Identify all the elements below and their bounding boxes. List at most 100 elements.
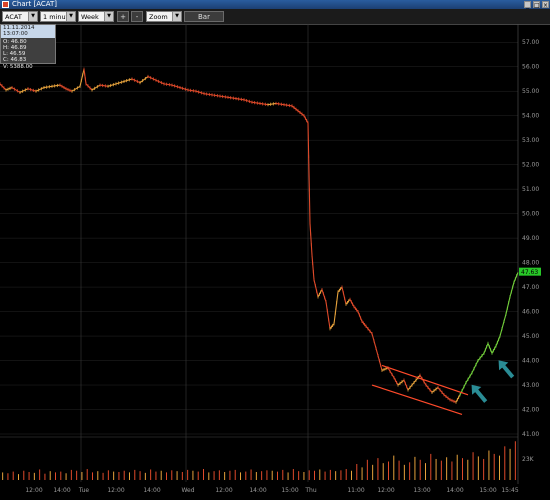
session-separators	[80, 24, 309, 482]
time-tick: Tue	[78, 487, 90, 494]
time-tick: 14:00	[53, 487, 70, 494]
symbol-select[interactable]: ACAT ▼	[2, 11, 38, 22]
price-segment	[195, 90, 205, 95]
mode-value: Zoom	[149, 13, 168, 21]
price-segment	[83, 69, 87, 84]
price-segment	[203, 93, 213, 96]
range-select[interactable]: Week ▼	[78, 11, 114, 22]
price-chart[interactable]: 57.00 56.00 55.00 54.00 53.00 52.00 51.00 50.00…	[0, 24, 550, 500]
maximize-button[interactable]: □	[533, 1, 540, 9]
chevron-down-icon[interactable]: ▼	[28, 12, 37, 21]
price-tick: 44.00	[522, 358, 539, 365]
price-segment	[431, 387, 439, 393]
price-segment	[85, 83, 93, 91]
ohlc-volume: V: 5388.00	[3, 63, 33, 70]
price-segment	[341, 286, 347, 305]
price-tick: 49.00	[522, 235, 539, 242]
price-segment	[333, 291, 339, 324]
price-segment	[35, 87, 45, 92]
time-tick: Thu	[304, 487, 316, 494]
price-segment	[455, 394, 461, 403]
price-segment	[499, 313, 507, 337]
zoom-out-button[interactable]: -	[131, 11, 143, 22]
time-tick: 12:00	[25, 487, 42, 494]
price-segment	[437, 387, 445, 396]
price-segment	[243, 99, 253, 103]
price-segment	[491, 345, 497, 354]
price-tick: 52.00	[522, 162, 539, 169]
price-segment	[313, 279, 319, 298]
last-price-label: 47.63	[521, 269, 538, 276]
price-segment	[309, 223, 313, 256]
price-segment	[297, 110, 305, 117]
price-tick: 57.00	[522, 39, 539, 46]
price-segment	[5, 87, 13, 91]
time-tick: 12:00	[107, 487, 124, 494]
price-segment	[147, 76, 157, 81]
bar-button[interactable]: Bar	[184, 11, 224, 22]
symbol-value: ACAT	[5, 13, 22, 21]
price-segment	[79, 69, 85, 87]
price-segment	[251, 101, 261, 104]
time-tick: 11:00	[347, 487, 364, 494]
price-segment	[393, 377, 399, 386]
price-segment	[51, 84, 61, 87]
arrow-shape	[471, 384, 488, 403]
price-segment	[397, 379, 405, 386]
price-segment	[449, 399, 457, 403]
price-segment	[155, 79, 165, 85]
chevron-down-icon[interactable]: ▼	[66, 12, 75, 21]
price-tick: 53.00	[522, 137, 539, 144]
price-segment	[495, 335, 501, 347]
mode-select[interactable]: Zoom ▼	[146, 11, 182, 22]
price-segment	[377, 355, 383, 371]
price-segment	[311, 255, 315, 280]
chevron-down-icon[interactable]: ▼	[172, 12, 181, 21]
price-segment	[0, 83, 7, 91]
title-bar: Chart [ACAT] _ □ ×	[0, 0, 550, 9]
chart-toolbar: ACAT ▼ 1 minute ▼ Week ▼ + - Zoom ▼ Bar	[0, 9, 550, 25]
price-tick: 56.00	[522, 64, 539, 71]
time-axis: 12:00 14:00 Tue 12:00 14:00 Wed 12:00 14:00 15:0…	[25, 487, 518, 494]
price-segment	[211, 94, 221, 97]
ohlc-tooltip: 11.11.2014 13:07:00 O: 46.80 H: 46.89 L:…	[0, 24, 56, 70]
price-tick: 42.00	[522, 407, 539, 414]
range-value: Week	[81, 13, 99, 21]
zoom-in-button[interactable]: +	[117, 11, 129, 22]
price-segment	[513, 272, 519, 283]
price-segment	[317, 289, 323, 298]
price-segment	[357, 311, 363, 322]
price-segment	[123, 78, 133, 82]
channel-lower-line	[371, 384, 463, 415]
price-segment	[321, 289, 327, 302]
price-segment	[267, 102, 277, 106]
ohlc-date: 11.11.2014 13:07:00	[1, 25, 55, 38]
price-segment	[345, 298, 351, 305]
price-segment	[361, 321, 367, 327]
volume-series	[2, 441, 516, 480]
price-segment	[91, 84, 101, 91]
arrow-icon	[471, 384, 488, 403]
chevron-down-icon[interactable]: ▼	[104, 12, 113, 21]
price-series	[0, 67, 519, 404]
price-axis: 57.00 56.00 55.00 54.00 53.00 52.00 51.00 50.00…	[517, 24, 539, 484]
price-tick: 51.00	[522, 186, 539, 193]
arrow-annotations	[471, 360, 515, 403]
close-button[interactable]: ×	[542, 1, 549, 9]
price-tick: 55.00	[522, 88, 539, 95]
price-segment	[337, 286, 343, 293]
chart-grid	[0, 41, 518, 438]
price-segment	[509, 282, 515, 298]
time-tick: 12:00	[377, 487, 394, 494]
price-segment	[139, 76, 149, 84]
price-segment	[171, 84, 181, 89]
time-tick: 14:00	[249, 487, 266, 494]
time-tick: 12:00	[215, 487, 232, 494]
arrow-icon	[498, 360, 515, 379]
price-segment	[371, 333, 379, 356]
interval-select[interactable]: 1 minute ▼	[40, 11, 76, 22]
price-segment	[19, 88, 29, 93]
minimize-button[interactable]: _	[524, 1, 531, 9]
channel-annotation	[371, 364, 469, 415]
price-segment	[487, 343, 493, 354]
